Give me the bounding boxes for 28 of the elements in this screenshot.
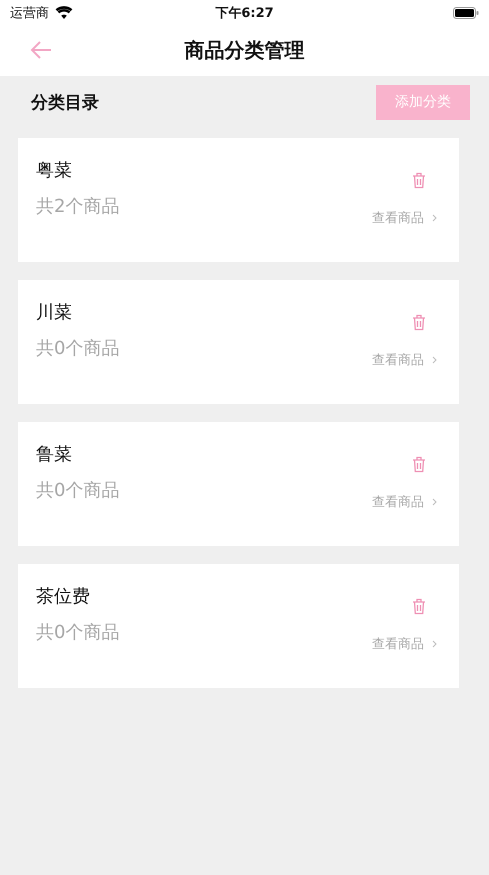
view-products-link[interactable]: 查看商品 (372, 209, 424, 227)
carrier-name: 运营商 (10, 4, 49, 22)
trash-icon[interactable] (412, 172, 426, 189)
category-name: 鲁菜 (36, 443, 73, 466)
add-category-button[interactable]: 添加分类 (376, 84, 470, 120)
back-arrow-icon[interactable] (30, 41, 52, 59)
chevron-icon (432, 640, 437, 648)
trash-icon[interactable] (412, 314, 426, 331)
product-count: 共0个商品 (36, 337, 120, 360)
product-count: 共0个商品 (36, 621, 120, 644)
category-name: 茶位费 (36, 585, 91, 608)
chevron-icon (432, 356, 437, 364)
trash-icon[interactable] (412, 598, 426, 615)
battery-icon (453, 6, 479, 18)
product-count: 共2个商品 (36, 195, 120, 218)
view-products-link[interactable]: 查看商品 (372, 635, 424, 653)
wifi-icon (55, 6, 73, 19)
category-name: 粤菜 (36, 159, 73, 182)
status-time: 下午6:27 (215, 4, 274, 22)
trash-icon[interactable] (412, 456, 426, 473)
chevron-icon (432, 498, 437, 506)
product-count: 共0个商品 (36, 479, 120, 502)
page-title: 商品分类管理 (184, 37, 304, 64)
view-products-link[interactable]: 查看商品 (372, 493, 424, 511)
view-products-link[interactable]: 查看商品 (372, 351, 424, 369)
category-name: 川菜 (36, 301, 73, 324)
chevron-icon (432, 214, 437, 222)
section-title: 分类目录 (31, 92, 99, 114)
